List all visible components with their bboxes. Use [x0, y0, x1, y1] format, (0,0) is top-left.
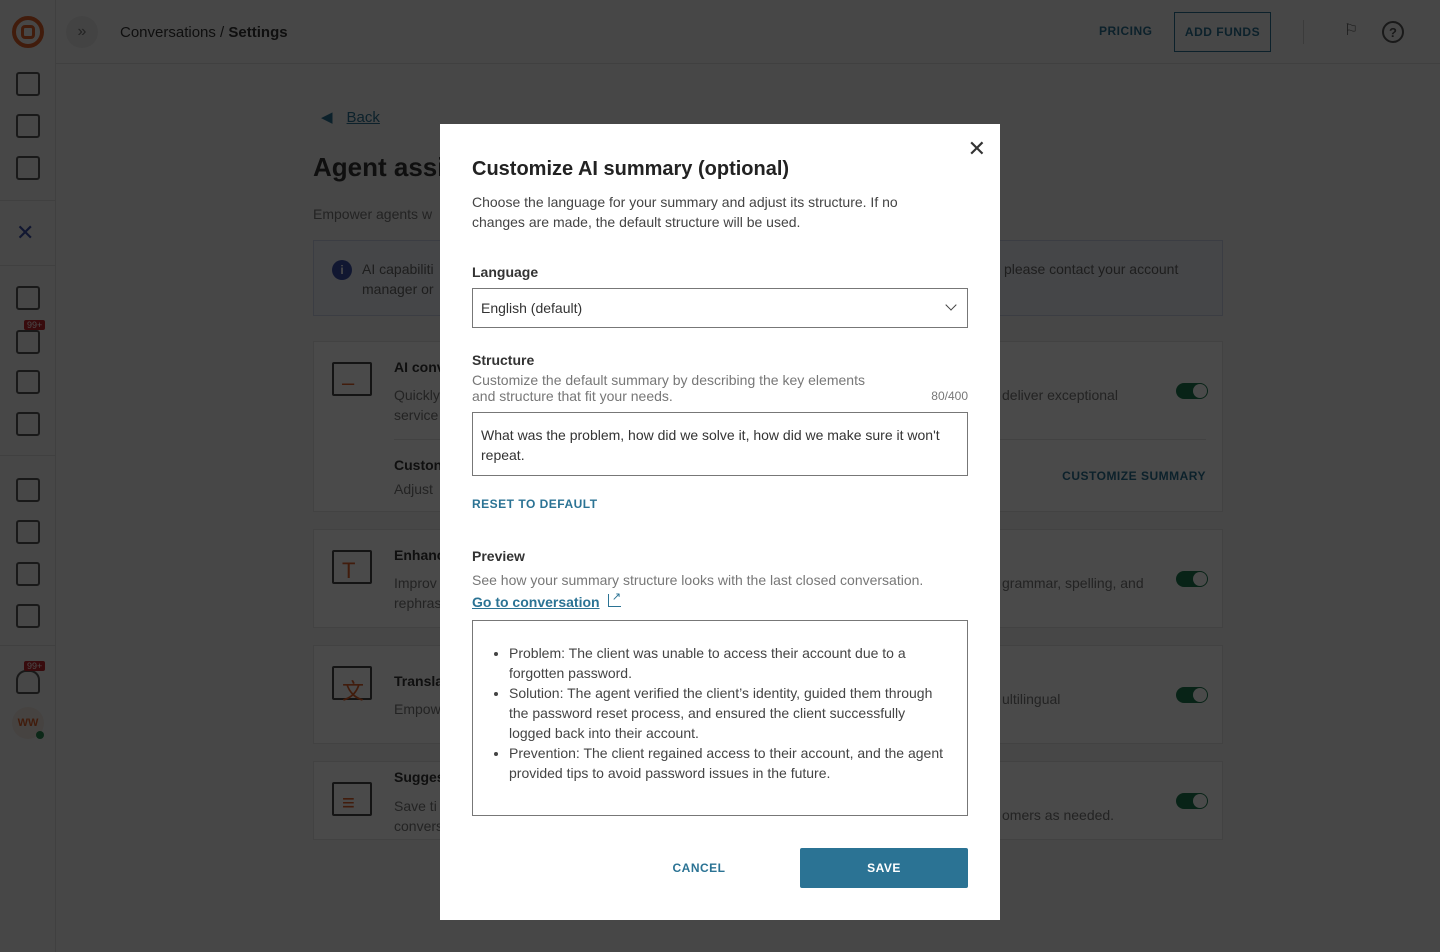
modal-title: Customize AI summary (optional): [472, 158, 790, 180]
sidebar: ✕ 99+ 99+ WW: [0, 0, 56, 952]
customize-summary-modal: ✕ Customize AI summary (optional) Choose…: [440, 124, 1000, 920]
card-title: Sugges: [394, 769, 445, 785]
customize-summary-link[interactable]: CUSTOMIZE SUMMARY: [1062, 469, 1206, 483]
language-select[interactable]: English (default): [472, 288, 968, 328]
go-to-conversation-link[interactable]: Go to conversation: [472, 594, 600, 610]
preview-item: Problem: The client was unable to access…: [509, 643, 951, 683]
tickets-icon[interactable]: [16, 330, 40, 354]
help-icon[interactable]: ?: [1382, 21, 1404, 43]
divider: [0, 200, 56, 201]
card-desc: omers as needed.: [1002, 807, 1115, 823]
logo-icon[interactable]: [12, 16, 44, 48]
structure-label: Structure: [472, 352, 535, 368]
integration-logo-icon[interactable]: ✕: [16, 220, 34, 246]
divider: [0, 455, 56, 456]
card-desc: Quickly service: [394, 387, 440, 423]
automation-icon[interactable]: [16, 478, 40, 502]
breadcrumb-separator: /: [215, 24, 229, 41]
modal-description: Choose the language for your summary and…: [472, 194, 898, 230]
card-desc: Adjust: [394, 481, 433, 497]
feature-toggle[interactable]: [1176, 383, 1208, 399]
breadcrumb-parent[interactable]: Conversations: [120, 24, 216, 41]
page-title: Agent assi: [313, 152, 445, 182]
hashtag-icon[interactable]: [16, 412, 40, 436]
reset-to-default-button[interactable]: RESET TO DEFAULT: [472, 497, 598, 511]
back-link[interactable]: ◀ Back: [321, 108, 380, 126]
card-desc: Save ti convers: [394, 798, 444, 834]
external-link-icon[interactable]: ↗: [608, 592, 621, 607]
people-icon[interactable]: [16, 562, 40, 586]
online-status-dot: [36, 731, 44, 739]
language-value: English (default): [481, 300, 583, 316]
card-desc: grammar, spelling, and: [1002, 575, 1144, 591]
feature-toggle[interactable]: [1176, 687, 1208, 703]
breadcrumb-current: Settings: [228, 24, 288, 41]
feature-toggle[interactable]: [1176, 571, 1208, 587]
bot-icon[interactable]: [16, 370, 40, 394]
preview-item: Prevention: The client regained access t…: [509, 743, 951, 783]
structure-textarea[interactable]: What was the problem, how did we solve i…: [472, 412, 968, 476]
card-desc: Empow: [394, 701, 441, 717]
breadcrumb: Conversations / Settings: [120, 24, 288, 41]
expand-sidebar-icon[interactable]: »: [66, 16, 98, 48]
conversations-icon[interactable]: [16, 114, 40, 138]
pricing-link[interactable]: PRICING: [1099, 24, 1153, 38]
analytics-icon[interactable]: [16, 520, 40, 544]
save-button[interactable]: SAVE: [800, 848, 968, 888]
card-title: Transla: [394, 673, 444, 689]
divider: [0, 645, 56, 646]
inbox-icon[interactable]: [16, 286, 40, 310]
divider: [0, 265, 56, 266]
badge-count: 99+: [24, 661, 46, 671]
chevron-down-icon: [945, 299, 957, 311]
feature-toggle[interactable]: [1176, 793, 1208, 809]
translate-icon: 文: [332, 666, 372, 704]
back-label: Back: [346, 109, 380, 126]
megaphone-icon[interactable]: ⚐: [1340, 21, 1362, 43]
preview-hint: See how your summary structure looks wit…: [472, 572, 924, 588]
structure-hint: Customize the default summary by describ…: [472, 372, 865, 388]
summary-icon: –: [332, 362, 372, 396]
bell-icon[interactable]: [16, 670, 40, 694]
info-text: please contact your account: [1004, 261, 1179, 277]
card-title: Enhanc: [394, 547, 445, 563]
add-funds-button[interactable]: ADD FUNDS: [1174, 12, 1271, 52]
preview-item: Solution: The agent verified the client’…: [509, 683, 951, 743]
card-title: AI conv: [394, 359, 445, 375]
text-icon: T: [332, 550, 372, 584]
summary-preview: Problem: The client was unable to access…: [472, 620, 968, 816]
page-subtitle: Empower agents w: [313, 206, 433, 222]
divider: [1303, 20, 1304, 44]
language-label: Language: [472, 264, 539, 280]
terminal-icon[interactable]: [16, 156, 40, 180]
character-counter: 80/400: [931, 389, 968, 403]
card-subtitle: Custon: [394, 457, 443, 473]
card-desc: ultilingual: [1002, 691, 1061, 707]
suggestion-icon: ≡: [332, 782, 372, 816]
structure-hint: and structure that fit your needs.: [472, 388, 673, 404]
top-bar: » Conversations / Settings PRICING ADD F…: [56, 0, 1440, 64]
back-arrow-icon: ◀: [321, 109, 333, 126]
close-icon[interactable]: ✕: [968, 136, 986, 162]
card-desc: deliver exceptional: [1002, 387, 1118, 403]
card-desc: Improv rephras: [394, 575, 442, 611]
badge-count: 99+: [24, 320, 46, 330]
outbound-chat-icon[interactable]: [16, 72, 40, 96]
preview-label: Preview: [472, 548, 525, 564]
cancel-button[interactable]: CANCEL: [640, 848, 758, 888]
info-icon: i: [332, 260, 352, 280]
book-icon[interactable]: [16, 604, 40, 628]
